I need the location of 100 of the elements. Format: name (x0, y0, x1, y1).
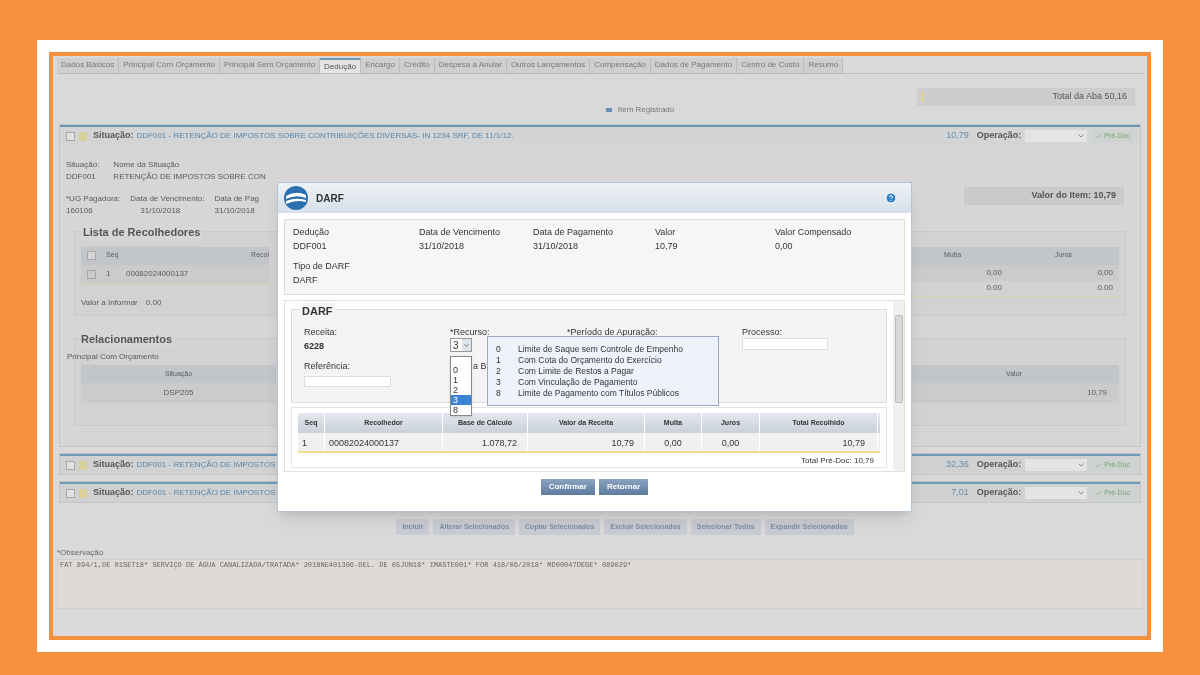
caret-icon (1077, 132, 1086, 140)
situation-label: Situação: (93, 486, 134, 500)
field-label: *Período de Apuração: (567, 326, 658, 339)
option-description: Com Vinculação de Pagamento (518, 376, 638, 389)
tab[interactable]: Dados Básicos (57, 58, 120, 73)
option-description: Com Limite de Restos a Pagar (518, 365, 634, 378)
dropdown-option[interactable]: 2 (451, 385, 471, 395)
section-value: 10,79 (946, 129, 969, 143)
option-code: 1 (496, 354, 502, 367)
option-code: 2 (496, 365, 502, 378)
checkbox[interactable] (66, 488, 75, 498)
status-icon (79, 460, 87, 470)
observation-label: *Observação (57, 547, 105, 559)
tab[interactable]: Centro de Custo (737, 58, 805, 73)
option-description: Com Cota do Orçamento do Exercício (518, 354, 662, 367)
table-cell: 10,79 (528, 433, 645, 451)
checkbox[interactable] (66, 460, 75, 470)
status-message: Item Registrado (617, 104, 675, 116)
operation-select[interactable] (1025, 130, 1088, 142)
table-cell: 10,79 (760, 433, 878, 451)
dropdown-option[interactable]: 1 (451, 375, 471, 385)
field-label: Dedução (293, 226, 331, 239)
check-icon (1095, 489, 1103, 497)
field-label: *UG Pagadora: (66, 193, 121, 205)
logo-icon (284, 186, 308, 210)
referencia-field[interactable] (304, 375, 391, 387)
field-value: DDF001 (66, 171, 97, 183)
field-value: DARF (293, 273, 319, 287)
field-label: Valor Compensado (775, 226, 853, 239)
indicator-icon (921, 92, 924, 102)
table-cell-text: 0.00 (1096, 282, 1114, 294)
tab[interactable]: Encargo (361, 58, 400, 73)
option-code: 0 (496, 343, 502, 356)
table-cell-text: 1 (106, 268, 112, 280)
option-code: 8 (496, 387, 502, 400)
tab-total: Total da Aba 50,16 (1052, 90, 1128, 104)
checkbox[interactable] (87, 251, 96, 260)
table-cell: DSP205 (81, 383, 276, 403)
item-value-box: Valor do Item: 10,79 (964, 187, 1124, 205)
field-label: Valor (655, 226, 677, 239)
caret-icon (1077, 461, 1086, 469)
field-value: 31/10/2018 (214, 205, 256, 217)
recurso-select[interactable]: 3 (450, 338, 472, 352)
table-cell: 1 (298, 433, 325, 451)
processo-field[interactable] (742, 338, 828, 350)
dialog-button[interactable]: Confirmar (540, 479, 595, 495)
select-value: 3 (453, 338, 459, 353)
situation-label: Situação: (93, 129, 134, 143)
field-label: Nome da Situação (113, 159, 181, 171)
table-cell: 10,79 (909, 383, 1119, 403)
field-label: Data de Pagamento (533, 226, 615, 239)
dropdown-option[interactable]: 8 (451, 405, 471, 415)
tab[interactable]: Resumo (804, 58, 844, 73)
field-value: 10,79 (655, 239, 679, 253)
tab[interactable]: Dados de Pagamento (650, 58, 738, 73)
field-value: 31/10/2018 (419, 239, 466, 253)
field-label: Situação: (66, 159, 100, 171)
section-value: 7,01 (951, 486, 969, 500)
field-value: 31/10/2018 (139, 205, 182, 217)
total-text: Total Pré-Doc: 10,79 (800, 455, 875, 467)
field-value: 0,00 (775, 239, 794, 253)
field-label: Processo: (742, 326, 783, 339)
field-label: Data de Vencimento: (130, 193, 205, 205)
operation-label: Operação: (976, 486, 1022, 500)
subtitle: Principal Com Orçamento (67, 351, 159, 363)
operation-label: Operação: (976, 129, 1022, 143)
table-cell: 0,00 (645, 433, 702, 451)
help-icon[interactable] (885, 192, 897, 204)
tab[interactable]: Crédito (399, 58, 435, 73)
table-cell-text: 0,00 (1096, 266, 1114, 279)
operation-select[interactable] (1025, 459, 1088, 471)
option-code: 3 (496, 376, 502, 389)
checkbox[interactable] (66, 131, 75, 141)
field-value: DDF001 (293, 239, 328, 253)
tab[interactable]: Outros Lançamentos (506, 58, 591, 73)
field-label: Referência: (304, 360, 352, 373)
section-value: 32,36 (946, 458, 969, 472)
field-label: Receita: (304, 326, 338, 339)
option-description: Limite de Pagamento com Títulos Públicos (518, 387, 679, 400)
dialog-button[interactable]: Retornar (598, 479, 649, 495)
tab[interactable]: Dedução (320, 58, 362, 73)
tab[interactable]: Principal Sem Orçamento (219, 58, 321, 73)
table-cell: 00082024000137 (126, 268, 189, 280)
tab[interactable]: Despesa a Anular (434, 58, 507, 73)
operation-select[interactable] (1025, 487, 1088, 499)
field-label: Data de Vencimento (419, 226, 502, 239)
field-label: a B (473, 360, 487, 373)
table-cell: 00082024000137 (325, 433, 443, 451)
situation-text: DDF001 - RETENÇÃO DE IMPOSTOS (136, 459, 276, 471)
check-icon (1095, 132, 1103, 140)
field-label: Tipo de DARF (293, 260, 351, 273)
option-description: Limite de Saque sem Controle de Empenho (518, 343, 683, 356)
dropdown-option[interactable]: 0 (451, 365, 471, 375)
dropdown-option[interactable]: 3 (451, 395, 471, 405)
scrollbar[interactable] (893, 301, 904, 471)
field-label: *Recurso: (450, 326, 490, 339)
checkbox[interactable] (87, 269, 96, 279)
marker-icon (605, 108, 612, 112)
tab[interactable]: Compensação (590, 58, 651, 73)
tab[interactable]: Principal Com Orçamento (119, 58, 220, 73)
